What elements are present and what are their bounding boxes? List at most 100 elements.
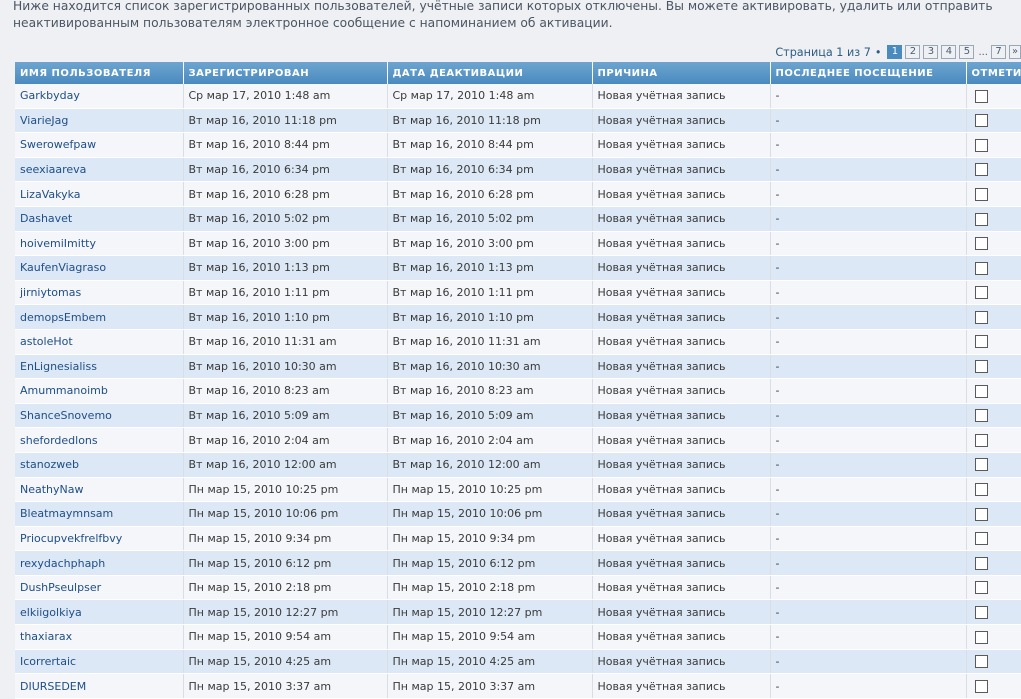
username-link[interactable]: Dashavet <box>15 206 184 232</box>
mark-checkbox[interactable] <box>974 187 988 201</box>
mark-checkbox[interactable] <box>974 138 988 152</box>
page-link-4[interactable]: 4 <box>941 45 957 59</box>
username-link[interactable]: DushPseulpser <box>15 575 184 601</box>
deactivated-date: Пн мар 15, 2010 10:25 pm <box>387 477 593 503</box>
column-header-reason[interactable]: ПРИЧИНА <box>592 62 771 84</box>
deactivated-date: Пн мар 15, 2010 9:54 am <box>387 624 593 650</box>
table-row: demopsEmbem Вт мар 16, 2010 1:10 pm Вт мар… <box>15 304 1021 330</box>
registered-date: Пн мар 15, 2010 9:34 pm <box>183 526 388 552</box>
mark-checkbox[interactable] <box>974 114 988 128</box>
mark-checkbox[interactable] <box>974 458 988 472</box>
username-link[interactable]: Garkbyday <box>15 84 184 109</box>
username-link[interactable]: astoleHot <box>15 329 184 355</box>
column-header-deactivated[interactable]: ДАТА ДЕАКТИВАЦИИ <box>387 62 593 84</box>
deactivated-date: Пн мар 15, 2010 9:34 pm <box>387 526 593 552</box>
table-body: Garkbyday Ср мар 17, 2010 1:48 am Ср мар 1… <box>15 84 1021 699</box>
mark-checkbox[interactable] <box>974 581 988 595</box>
registered-date: Вт мар 16, 2010 1:11 pm <box>183 280 388 306</box>
column-header-registered[interactable]: ЗАРЕГИСТРИРОВАН <box>183 62 388 84</box>
deactivated-date: Ср мар 17, 2010 1:48 am <box>387 84 593 109</box>
table-row: Priocupvekfrelfbvy Пн мар 15, 2010 9:34 p… <box>15 526 1021 552</box>
username-link[interactable]: Icorrertaic <box>15 649 184 675</box>
last-visit: - <box>770 231 967 257</box>
mark-checkbox[interactable] <box>974 655 988 669</box>
username-link[interactable]: hoivemiImitty <box>15 231 184 257</box>
mark-checkbox[interactable] <box>974 679 988 693</box>
mark-checkbox[interactable] <box>974 360 988 374</box>
mark-checkbox[interactable] <box>974 409 988 423</box>
registered-date: Пн мар 15, 2010 4:25 am <box>183 649 388 675</box>
page-link-1[interactable]: 1 <box>887 45 903 59</box>
mark-checkbox[interactable] <box>974 286 988 300</box>
table-row: rexydachphaph Пн мар 15, 2010 6:12 pm Пн м… <box>15 550 1021 576</box>
username-link[interactable]: Priocupvekfrelfbvy <box>15 526 184 552</box>
mark-checkbox[interactable] <box>974 163 988 177</box>
mark-checkbox[interactable] <box>974 507 988 521</box>
username-link[interactable]: thaxiarax <box>15 624 184 650</box>
mark-checkbox[interactable] <box>974 212 988 226</box>
mark-checkbox[interactable] <box>974 384 988 398</box>
username-link[interactable]: DIURSEDEM <box>15 673 184 699</box>
table-row: stanozweb Вт мар 16, 2010 12:00 am Вт мар … <box>15 452 1021 478</box>
page-link-2[interactable]: 2 <box>905 45 921 59</box>
deactivation-reason: Новая учётная запись <box>592 452 771 478</box>
registered-date: Пн мар 15, 2010 2:18 pm <box>183 575 388 601</box>
column-header-username[interactable]: ИМЯ ПОЛЬЗОВАТЕЛЯ <box>15 62 184 84</box>
mark-cell <box>966 378 1021 404</box>
last-visit: - <box>770 354 967 380</box>
deactivated-date: Пн мар 15, 2010 4:25 am <box>387 649 593 675</box>
next-page-arrow-icon[interactable]: » <box>1009 45 1021 59</box>
column-header-last-visit[interactable]: ПОСЛЕДНЕЕ ПОСЕЩЕНИЕ <box>770 62 967 84</box>
username-link[interactable]: Bleatmaymnsam <box>15 501 184 527</box>
mark-checkbox[interactable] <box>974 237 988 251</box>
table-row: ShanceSnovemo Вт мар 16, 2010 5:09 am Вт м… <box>15 403 1021 429</box>
mark-checkbox[interactable] <box>974 89 988 103</box>
table-row: Dashavet Вт мар 16, 2010 5:02 pm Вт мар 16… <box>15 206 1021 232</box>
username-link[interactable]: demopsEmbem <box>15 304 184 330</box>
mark-checkbox[interactable] <box>974 532 988 546</box>
table-row: ViarieJag Вт мар 16, 2010 11:18 pm Вт мар … <box>15 108 1021 134</box>
registered-date: Вт мар 16, 2010 8:44 pm <box>183 132 388 158</box>
username-link[interactable]: seexiaareva <box>15 157 184 183</box>
deactivation-reason: Новая учётная запись <box>592 255 771 281</box>
username-link[interactable]: jirniytomas <box>15 280 184 306</box>
deactivation-reason: Новая учётная запись <box>592 624 771 650</box>
table-row: seexiaareva Вт мар 16, 2010 6:34 pm Вт мар… <box>15 157 1021 183</box>
mark-cell <box>966 550 1021 576</box>
mark-checkbox[interactable] <box>974 261 988 275</box>
username-link[interactable]: ShanceSnovemo <box>15 403 184 429</box>
deactivation-reason: Новая учётная запись <box>592 501 771 527</box>
mark-checkbox[interactable] <box>974 556 988 570</box>
username-link[interactable]: LizaVakyka <box>15 181 184 207</box>
username-link[interactable]: stanozweb <box>15 452 184 478</box>
mark-checkbox[interactable] <box>974 606 988 620</box>
deactivated-date: Вт мар 16, 2010 11:18 pm <box>387 108 593 134</box>
page-link-last[interactable]: 7 <box>991 45 1006 59</box>
deactivated-date: Вт мар 16, 2010 10:30 am <box>387 354 593 380</box>
mark-cell <box>966 231 1021 257</box>
deactivation-reason: Новая учётная запись <box>592 403 771 429</box>
last-visit: - <box>770 599 967 626</box>
registered-date: Вт мар 16, 2010 5:09 am <box>183 403 388 429</box>
mark-checkbox[interactable] <box>974 483 988 497</box>
username-link[interactable]: KaufenViagraso <box>15 255 184 281</box>
deactivation-reason: Новая учётная запись <box>592 354 771 380</box>
username-link[interactable]: Amummanoimb <box>15 378 184 404</box>
username-link[interactable]: Swerowefpaw <box>15 132 184 158</box>
table-row: DushPseulpser Пн мар 15, 2010 2:18 pm Пн м… <box>15 575 1021 601</box>
username-link[interactable]: EnLignesialiss <box>15 354 184 380</box>
mark-checkbox[interactable] <box>974 335 988 349</box>
username-link[interactable]: shefordedlons <box>15 427 184 453</box>
table-row: Icorrertaic Пн мар 15, 2010 4:25 am Пн мар… <box>15 649 1021 675</box>
page-link-3[interactable]: 3 <box>923 45 939 59</box>
username-link[interactable]: NeathyNaw <box>15 477 184 503</box>
username-link[interactable]: ViarieJag <box>15 108 184 134</box>
username-link[interactable]: rexydachphaph <box>15 550 184 576</box>
mark-cell <box>966 255 1021 281</box>
username-link[interactable]: elkiigolkiya <box>15 599 184 626</box>
registered-date: Вт мар 16, 2010 12:00 am <box>183 452 388 478</box>
mark-checkbox[interactable] <box>974 433 988 447</box>
page-link-5[interactable]: 5 <box>959 45 975 59</box>
mark-checkbox[interactable] <box>974 310 988 324</box>
mark-checkbox[interactable] <box>974 630 988 644</box>
